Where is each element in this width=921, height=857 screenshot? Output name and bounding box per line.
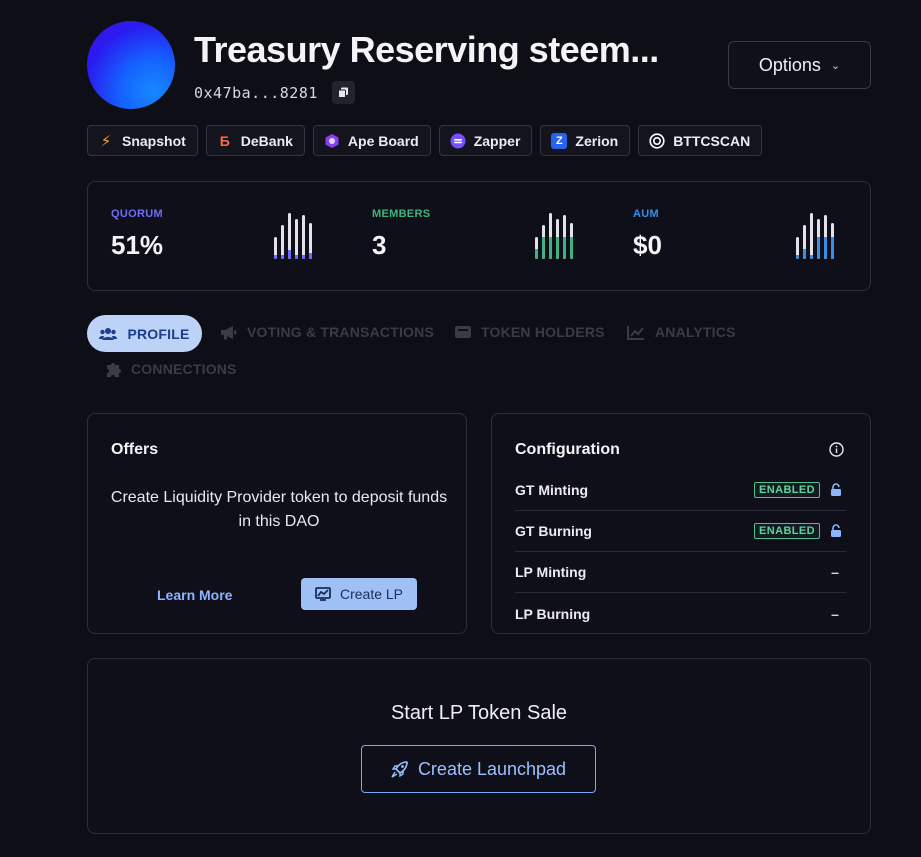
status-value: – <box>831 564 839 580</box>
users-icon <box>99 327 118 340</box>
debank-icon: Б <box>219 132 230 149</box>
stats-card <box>87 181 871 291</box>
lp-icon <box>315 587 331 601</box>
config-label: LP Minting <box>515 564 587 580</box>
chart-line-icon <box>627 325 644 340</box>
dao-avatar <box>87 21 175 109</box>
unlock-icon[interactable] <box>830 524 842 538</box>
status-badge: ENABLED <box>754 482 820 498</box>
tab-label: ANALYTICS <box>655 324 736 340</box>
wallet-icon <box>455 326 471 338</box>
rocket-icon <box>391 760 408 778</box>
link-zerion[interactable]: Z Zerion <box>540 125 631 156</box>
copy-icon <box>338 87 348 98</box>
external-links: ⚡ Snapshot Б DeBank Ape Board Zapper Z Z… <box>87 125 763 156</box>
link-label: BTTCSCAN <box>673 132 751 149</box>
apeboard-icon <box>324 133 340 149</box>
link-label: Zapper <box>473 132 521 149</box>
bttcscan-icon <box>649 132 665 149</box>
chevron-down-icon: ⌄ <box>830 59 841 72</box>
snapshot-icon: ⚡ <box>100 132 112 150</box>
config-label: LP Burning <box>515 605 591 622</box>
status-value: – <box>831 605 839 622</box>
dao-address: 0x47ba...8281 <box>194 84 318 102</box>
unlock-icon[interactable] <box>830 483 842 497</box>
tab-label: CONNECTIONS <box>131 361 237 377</box>
tab-analytics[interactable]: ANALYTICS <box>627 324 736 340</box>
tab-token-holders[interactable]: TOKEN HOLDERS <box>455 324 605 340</box>
quorum-sparkline <box>274 213 312 259</box>
create-launchpad-label: Create Launchpad <box>417 758 567 779</box>
tab-voting-transactions[interactable]: VOTING & TRANSACTIONS <box>220 324 434 340</box>
page-title: Treasury Reserving steem... <box>194 29 659 70</box>
link-debank[interactable]: Б DeBank <box>205 125 305 156</box>
create-lp-label: Create LP <box>339 586 404 602</box>
link-bttcscan[interactable]: BTTCSCAN <box>638 125 763 156</box>
aum-sparkline <box>796 213 834 259</box>
link-label: Snapshot <box>122 132 186 149</box>
link-label: Zerion <box>575 132 619 149</box>
config-row-lp-burning: LP Burning – <box>515 593 846 634</box>
quorum-label: QUORUM <box>111 208 163 220</box>
puzzle-icon <box>107 363 121 377</box>
megaphone-icon <box>221 325 237 339</box>
create-lp-button[interactable]: Create LP <box>301 578 417 610</box>
tab-profile[interactable]: PROFILE <box>87 315 202 352</box>
tab-connections[interactable]: CONNECTIONS <box>105 361 237 377</box>
configuration-title: Configuration <box>515 441 620 458</box>
config-label: GT Burning <box>515 523 592 539</box>
config-row-lp-minting: LP Minting – <box>515 552 846 593</box>
options-label: Options <box>758 54 821 75</box>
tab-label: TOKEN HOLDERS <box>481 324 605 340</box>
zerion-icon: Z <box>551 132 568 149</box>
tab-label: PROFILE <box>127 325 190 342</box>
aum-value: $0 <box>633 230 662 260</box>
aum-label: AUM <box>633 208 659 220</box>
link-zapper[interactable]: Zapper <box>438 125 533 156</box>
options-dropdown-button[interactable]: Options ⌄ <box>728 41 871 89</box>
info-icon[interactable] <box>829 442 844 462</box>
link-snapshot[interactable]: ⚡ Snapshot <box>87 125 198 156</box>
status-badge: ENABLED <box>754 523 820 539</box>
tab-label: VOTING & TRANSACTIONS <box>247 324 434 340</box>
members-sparkline <box>535 213 573 259</box>
offers-title: Offers <box>111 441 159 458</box>
offers-description: Create Liquidity Provider token to depos… <box>110 489 448 530</box>
link-label: DeBank <box>240 132 293 149</box>
copy-address-button[interactable] <box>332 81 355 104</box>
config-row-gt-burning: GT Burning ENABLED <box>515 511 846 552</box>
config-row-gt-minting: GT Minting ENABLED <box>515 470 846 511</box>
link-label: Ape Board <box>347 132 419 149</box>
members-value: 3 <box>372 230 387 260</box>
quorum-value: 51% <box>111 230 164 260</box>
create-launchpad-button[interactable]: Create Launchpad <box>361 745 596 793</box>
lp-token-sale-title: Start LP Token Sale <box>390 702 568 724</box>
link-apeboard[interactable]: Ape Board <box>312 125 431 156</box>
zapper-icon <box>450 133 466 149</box>
config-label: GT Minting <box>515 482 589 498</box>
learn-more-link[interactable]: Learn More <box>157 587 232 603</box>
members-label: MEMBERS <box>372 208 431 220</box>
